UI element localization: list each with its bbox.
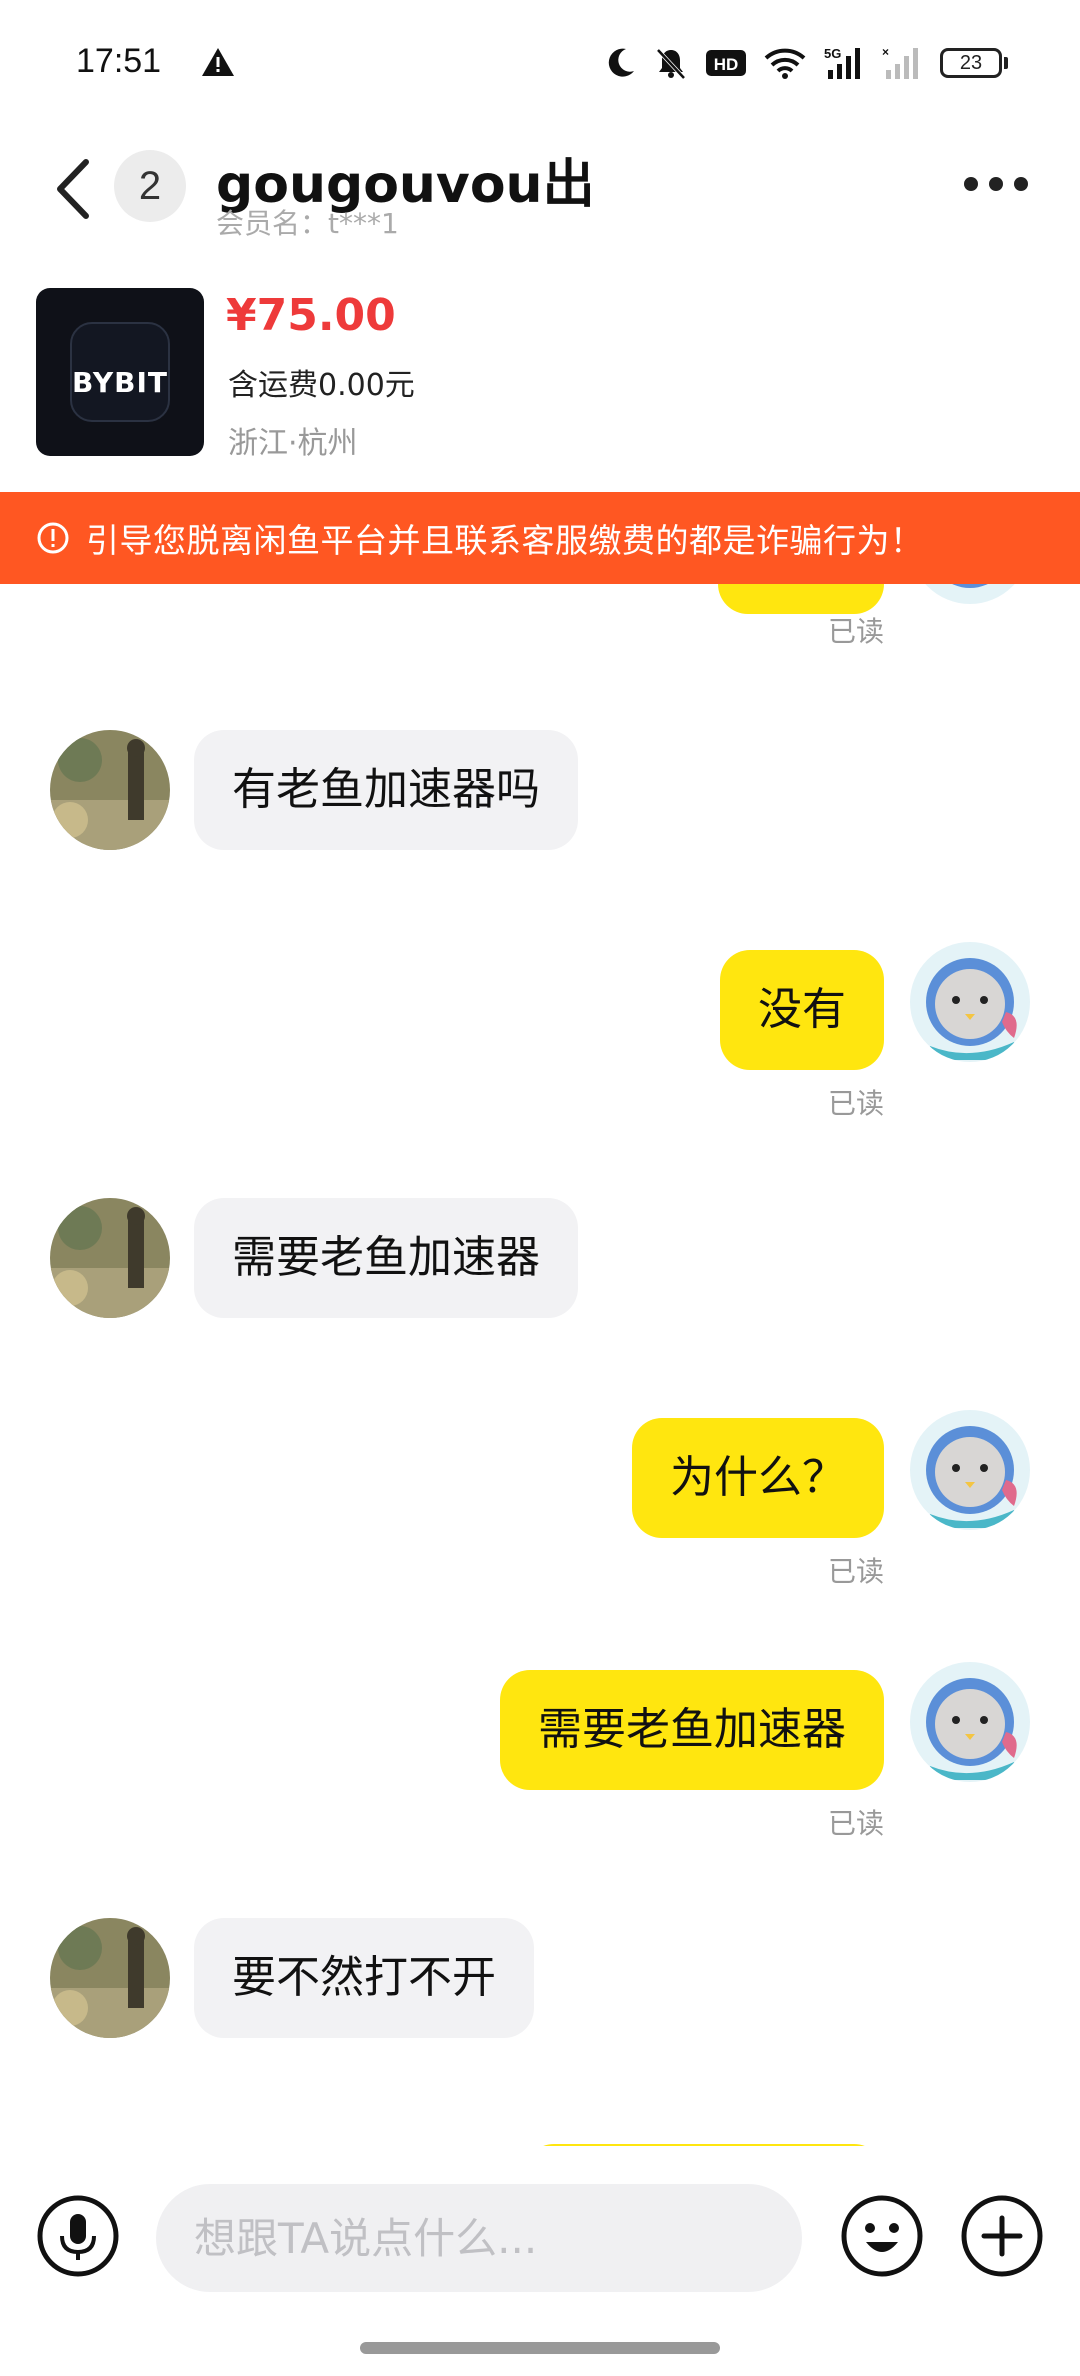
more-options-button[interactable]: [964, 174, 1028, 194]
product-location: 浙江·杭州: [228, 426, 358, 461]
svg-text:HD: HD: [714, 55, 739, 74]
battery-indicator: 23: [940, 48, 1008, 78]
photo-avatar-icon: [50, 1918, 170, 2038]
alert-circle-icon: [37, 522, 69, 554]
read-status: 已读: [827, 1555, 884, 1588]
avatar[interactable]: [910, 942, 1030, 1062]
dot-icon: [964, 177, 978, 191]
bell-muted-icon: [656, 48, 686, 80]
message-in: 要不然打不开: [0, 1918, 1080, 2048]
battery-level: 23: [940, 48, 1002, 78]
svg-text:5G: 5G: [824, 46, 841, 61]
dot-icon: [989, 177, 1003, 191]
read-status: 已读: [827, 1087, 884, 1120]
cat-astronaut-avatar-icon: [910, 584, 1030, 604]
wifi-icon: [764, 48, 806, 79]
message-bubble[interactable]: 要不然打不开: [194, 1918, 534, 2038]
warning-icon: [202, 48, 234, 76]
message-input[interactable]: [156, 2184, 802, 2292]
emoji-icon[interactable]: [840, 2194, 924, 2278]
plus-icon[interactable]: [960, 2194, 1044, 2278]
message-out: 已读: [0, 584, 1080, 654]
avatar[interactable]: [910, 1662, 1030, 1782]
cat-astronaut-avatar-icon: [910, 942, 1030, 1062]
product-logo: BYBIT: [72, 366, 168, 399]
input-bar: [0, 2146, 1080, 2322]
product-shipping: 含运费0.00元: [228, 368, 415, 403]
status-icons: HD 5G × 23: [606, 40, 1008, 86]
avatar[interactable]: [50, 1918, 170, 2038]
member-name: 会员名：t***1: [216, 207, 399, 240]
avatar[interactable]: [50, 1198, 170, 1318]
signal-5g-icon: 5G: [824, 46, 860, 79]
message-out: 为什么？ 已读: [0, 1410, 1080, 1590]
chat-messages[interactable]: 已读 有老鱼加速器吗 没有 已读 需要老鱼加速器 为什么？ 已读 需要老鱼加速器…: [0, 584, 1080, 2146]
status-time: 17:51: [76, 42, 162, 80]
photo-avatar-icon: [50, 1198, 170, 1318]
status-bar: 17:51 HD 5G × 23: [0, 0, 1080, 130]
avatar[interactable]: [910, 1410, 1030, 1530]
message-out: 没有 已读: [0, 942, 1080, 1122]
read-status: 已读: [827, 615, 884, 648]
message-out: 需要老鱼加速器 已读: [0, 1662, 1080, 1842]
home-indicator[interactable]: [360, 2342, 720, 2354]
message-bubble[interactable]: 没有: [720, 950, 884, 1070]
message-in: 需要老鱼加速器: [0, 1198, 1080, 1328]
product-card[interactable]: BYBIT ¥75.00 含运费0.00元 浙江·杭州: [0, 280, 1080, 490]
unread-count-badge[interactable]: 2: [114, 150, 186, 222]
product-thumbnail[interactable]: BYBIT: [36, 288, 204, 456]
back-arrow-icon[interactable]: [52, 158, 92, 220]
cat-astronaut-avatar-icon: [910, 1410, 1030, 1530]
message-bubble[interactable]: 需要老鱼加速器: [500, 1670, 884, 1790]
fraud-warning-banner: 引导您脱离闲鱼平台并且联系客服缴费的都是诈骗行为！: [0, 492, 1080, 584]
microphone-icon[interactable]: [36, 2194, 120, 2278]
message-in: 有老鱼加速器吗: [0, 730, 1080, 860]
signal-icon: ×: [882, 46, 918, 79]
product-price: ¥75.00: [226, 290, 396, 341]
avatar[interactable]: [50, 730, 170, 850]
message-bubble[interactable]: 为什么？: [632, 1418, 884, 1538]
warning-text: 引导您脱离闲鱼平台并且联系客服缴费的都是诈骗行为！: [86, 521, 924, 560]
hd-icon: HD: [706, 50, 746, 76]
read-status: 已读: [827, 1807, 884, 1840]
message-bubble[interactable]: 有老鱼加速器吗: [194, 730, 578, 850]
avatar[interactable]: [910, 584, 1030, 604]
cat-astronaut-avatar-icon: [910, 1662, 1030, 1782]
photo-avatar-icon: [50, 730, 170, 850]
dot-icon: [1014, 177, 1028, 191]
svg-text:×: ×: [882, 46, 889, 59]
battery-tip: [1004, 57, 1008, 69]
moon-icon: [608, 48, 634, 77]
message-bubble[interactable]: 需要老鱼加速器: [194, 1198, 578, 1318]
chat-header: 2 gougouvou出 会员名：t***1: [0, 130, 1080, 280]
